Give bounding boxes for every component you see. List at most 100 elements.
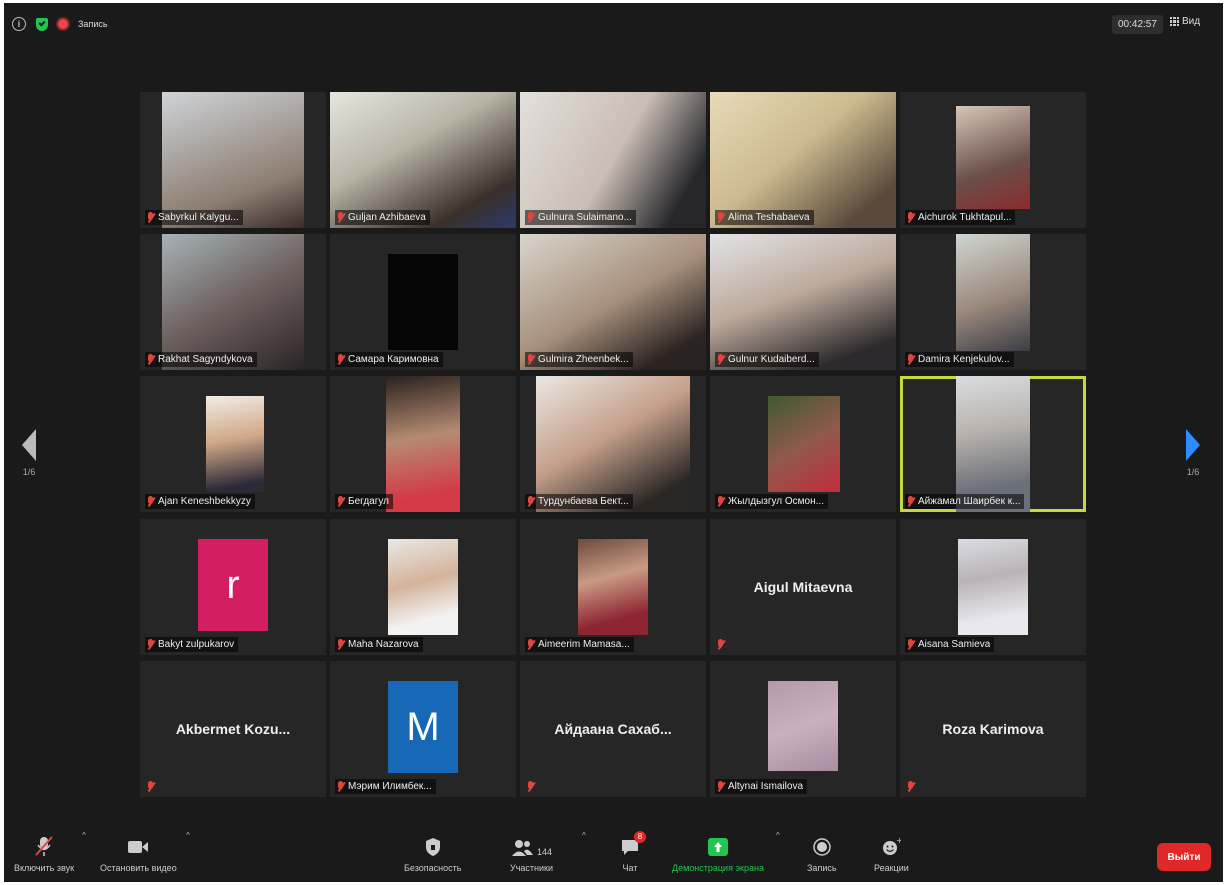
muted-mic-icon (147, 639, 154, 650)
participant-tile[interactable]: Aisana Samieva (900, 519, 1086, 655)
participant-tile[interactable]: Gulnur Kudaiberd... (710, 234, 896, 370)
security-shield-icon (424, 835, 442, 857)
security-button[interactable]: Безопасность (404, 835, 461, 873)
view-label: Вид (1182, 16, 1201, 27)
previous-page-button[interactable]: 1/6 (22, 429, 36, 477)
participant-tile[interactable]: Sabyrkul Kalygu... (140, 92, 326, 228)
next-page-button[interactable]: 1/6 (1186, 429, 1200, 477)
recording-icon (58, 19, 68, 29)
participant-tile[interactable]: Aimeerim Mamasa... (520, 519, 706, 655)
participant-name-tag (905, 779, 918, 794)
participant-name-tag: Gulnur Kudaiberd... (715, 352, 819, 367)
participant-name-tag: Ajan Keneshbekkyzy (145, 494, 255, 509)
participant-video (330, 92, 516, 228)
reactions-button[interactable]: + Реакции (874, 835, 909, 873)
participant-tile[interactable]: Турдунбаева Бект... (520, 376, 706, 512)
participant-tile[interactable]: Gulmira Zheenbek... (520, 234, 706, 370)
chat-label: Чат (622, 863, 638, 873)
chat-button[interactable]: 8 Чат (620, 831, 646, 873)
view-button[interactable]: Вид (1170, 16, 1200, 27)
participant-tile[interactable]: Gulnura Sulaimano... (520, 92, 706, 228)
recording-label: Запись (78, 19, 108, 29)
zoom-meeting-window: i Запись 00:42:57 Вид 1/6 1/6 Sabyrkul K… (4, 3, 1223, 882)
participant-name: Bakyt zulpukarov (158, 639, 235, 650)
participant-name: Жылдызгул Осмон... (728, 496, 824, 507)
participant-name-tag: Altynai Ismailova (715, 779, 808, 794)
participant-video (578, 539, 648, 635)
participant-name: Gulnur Kudaiberd... (728, 354, 815, 365)
participant-tile[interactable]: Самара Каримовна (330, 234, 516, 370)
arrow-right-icon (1186, 429, 1200, 461)
participant-video (710, 234, 896, 370)
reactions-smiley-icon: + (881, 835, 901, 857)
participant-name-tag: Gulmira Zheenbek... (525, 352, 633, 367)
participant-tile[interactable]: Aichurok Tukhtapul... (900, 92, 1086, 228)
participant-tile[interactable]: Ajan Keneshbekkyzy (140, 376, 326, 512)
muted-mic-icon (717, 212, 724, 223)
participant-name: Damira Kenjekulov... (918, 354, 1010, 365)
record-icon (812, 835, 832, 857)
muted-mic-icon (717, 781, 724, 792)
audio-options-chevron-icon[interactable]: ^ (82, 831, 86, 840)
participant-tile[interactable]: Жылдызгул Осмон... (710, 376, 896, 512)
participants-button[interactable]: 144 Участники (510, 835, 553, 873)
participant-name-tag: Rakhat Sagyndykova (145, 352, 257, 367)
participants-label: Участники (510, 863, 553, 873)
participants-options-chevron-icon[interactable]: ^ (582, 831, 586, 840)
page-indicator-right: 1/6 (1186, 467, 1200, 477)
participant-name-tag: Gulnura Sulaimano... (525, 210, 636, 225)
muted-mic-icon (717, 354, 724, 365)
participant-name-tag: Самара Каримовна (335, 352, 443, 367)
participant-name: Alima Teshabaeva (728, 212, 810, 223)
participant-tile[interactable]: Айжамал Шаирбек к... (900, 376, 1086, 512)
muted-mic-icon (337, 212, 344, 223)
share-screen-button[interactable]: Демонстрация экрана (672, 835, 764, 873)
info-icon[interactable]: i (12, 17, 26, 31)
muted-mic-icon (527, 496, 534, 507)
muted-mic-icon (527, 781, 534, 792)
participant-name: Maha Nazarova (348, 639, 419, 650)
participant-tile[interactable]: M Мэрим Илимбек... (330, 661, 516, 797)
top-bar: i Запись 00:42:57 Вид (4, 3, 1223, 45)
participant-name-tag: Бегдагул (335, 494, 393, 509)
participant-tile[interactable]: Akbermet Kozu... (140, 661, 326, 797)
chat-bubble-icon: 8 (620, 831, 646, 857)
participant-avatar: M (388, 681, 458, 773)
participants-icon: 144 (511, 835, 552, 857)
participant-tile[interactable]: Aigul Mitaevna (710, 519, 896, 655)
participant-tile[interactable]: r Bakyt zulpukarov (140, 519, 326, 655)
participant-tile[interactable]: Rakhat Sagyndykova (140, 234, 326, 370)
microphone-muted-icon (33, 835, 55, 857)
participant-tile[interactable]: Бегдагул (330, 376, 516, 512)
participant-name-tag: Aichurok Tukhtapul... (905, 210, 1016, 225)
meeting-timer: 00:42:57 (1112, 15, 1163, 34)
participant-tile[interactable]: Айдаана Сахаб... (520, 661, 706, 797)
share-options-chevron-icon[interactable]: ^ (776, 831, 780, 840)
participant-tile[interactable]: Guljan Azhibaeva (330, 92, 516, 228)
participant-name-tag: Турдунбаева Бект... (525, 494, 633, 509)
participant-name: Altynai Ismailova (728, 781, 804, 792)
stop-video-button[interactable]: Остановить видео (100, 835, 177, 873)
participant-name: Rakhat Sagyndykova (158, 354, 253, 365)
participant-name: Самара Каримовна (348, 354, 439, 365)
participant-name-tag (145, 779, 158, 794)
unmute-button[interactable]: Включить звук (14, 835, 74, 873)
participant-name-tag: Aisana Samieva (905, 637, 995, 652)
leave-meeting-button[interactable]: Выйти (1157, 843, 1211, 871)
participant-name: Aichurok Tukhtapul... (918, 212, 1012, 223)
participant-tile[interactable]: Roza Karimova (900, 661, 1086, 797)
participant-tile[interactable]: Altynai Ismailova (710, 661, 896, 797)
video-camera-icon (126, 835, 150, 857)
reactions-label: Реакции (874, 863, 909, 873)
participant-tile[interactable]: Damira Kenjekulov... (900, 234, 1086, 370)
participant-video (206, 396, 264, 492)
video-options-chevron-icon[interactable]: ^ (186, 831, 190, 840)
participant-display-name: Roza Karimova (942, 721, 1044, 737)
participant-tile[interactable]: Alima Teshabaeva (710, 92, 896, 228)
participant-tile[interactable]: Maha Nazarova (330, 519, 516, 655)
muted-mic-icon (147, 496, 154, 507)
muted-mic-icon (527, 212, 534, 223)
record-button[interactable]: Запись (807, 835, 837, 873)
encryption-shield-icon[interactable] (36, 17, 48, 31)
participant-name: Aisana Samieva (918, 639, 991, 650)
